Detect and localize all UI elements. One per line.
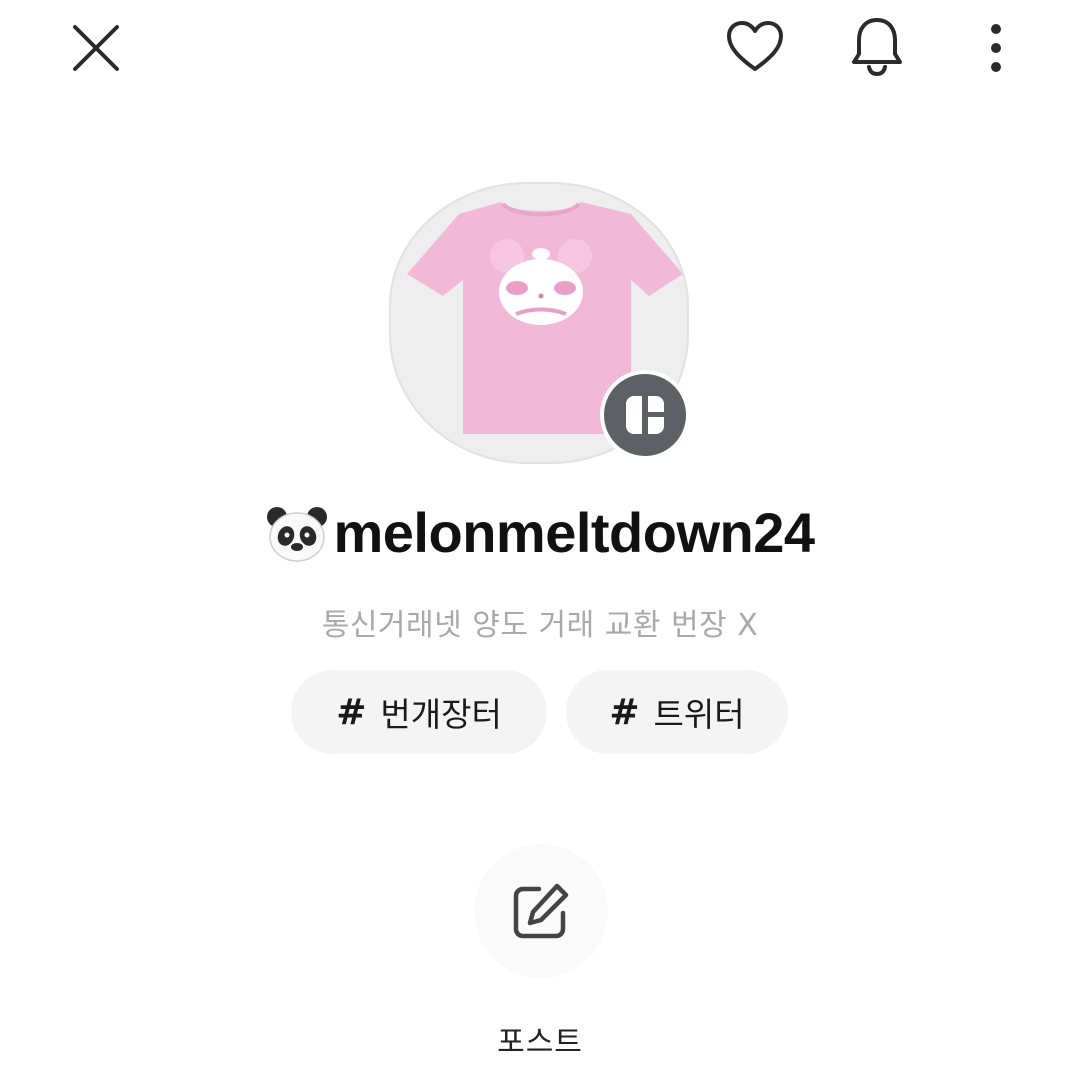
close-icon	[73, 25, 119, 71]
post-button[interactable]	[474, 844, 608, 978]
edit-icon	[513, 883, 569, 939]
tag-chip-twitter[interactable]: # 트위터	[566, 670, 788, 754]
username-row: melonmeltdown24	[0, 500, 1080, 565]
hash-icon: #	[609, 691, 640, 733]
bell-icon	[852, 18, 902, 77]
username-text: melonmeltdown24	[333, 501, 815, 564]
profile-avatar[interactable]	[389, 182, 690, 464]
layout-grid-icon	[626, 396, 664, 434]
profile-bio: 통신거래넷 양도 거래 교환 번장 X	[321, 608, 759, 643]
layout-badge-button[interactable]	[600, 370, 690, 460]
heart-icon	[727, 21, 783, 71]
close-button[interactable]	[66, 20, 126, 76]
post-label: 포스트	[497, 1025, 583, 1060]
more-vertical-icon	[991, 24, 1001, 72]
more-options-button[interactable]	[976, 18, 1016, 78]
tag-chip-bungae[interactable]: # 번개장터	[291, 670, 547, 754]
tag-label: 트위터	[653, 695, 745, 734]
tag-label: 번개장터	[380, 695, 502, 734]
notification-button[interactable]	[846, 14, 908, 80]
panda-emoji-icon	[267, 506, 328, 562]
like-button[interactable]	[724, 18, 786, 76]
hash-icon: #	[336, 691, 367, 733]
